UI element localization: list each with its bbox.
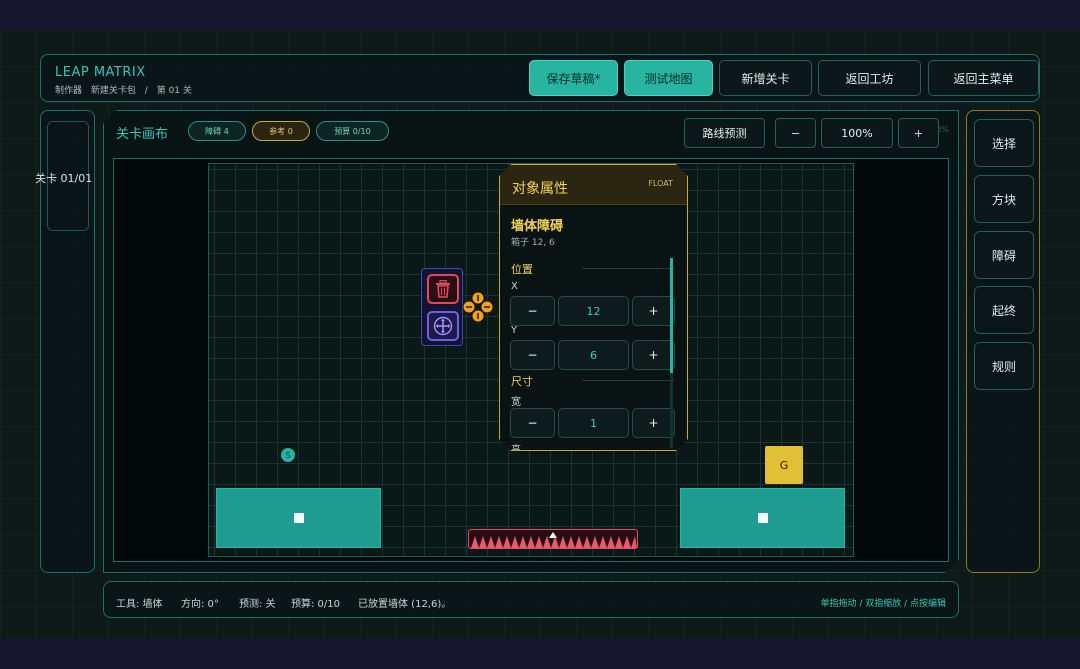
back-workshop-button[interactable]: 返回工坊 [818,60,921,96]
label-height: 高 [511,445,521,451]
canvas-title: 关卡画布 [116,127,169,142]
x-value-field[interactable]: 12 [558,296,629,326]
brand-title: LEAP MATRIX [55,65,146,80]
status-message: 已放置墙体 (12,6)。 [358,599,452,610]
object-subtitle: 箱子 12, 6 [511,238,555,248]
section-size: 尺寸 [511,375,533,388]
crumb-sep: / [144,86,148,96]
tool-select[interactable]: 选择 [974,119,1034,167]
status-budget: 预算: 0/10 [291,599,341,610]
section-divider [582,268,674,269]
path-preview-button[interactable]: 路线预测 [684,118,765,148]
block-marker [757,513,768,523]
status-bar: 工具: 墙体 方向: 0° 预测: 关 预算: 0/10 已放置墙体 (12,6… [103,581,959,618]
platform-block-left[interactable] [216,488,381,548]
back-main-menu-button[interactable]: 返回主菜单 [928,60,1039,96]
status-prediction: 预测: 关 [239,599,276,610]
status-direction: 方向: 0° [181,599,219,610]
spike-row-icon [471,532,637,548]
obstacle-count-chip: 障碍 4 [188,121,246,141]
tool-obstacle[interactable]: 障碍 [974,231,1034,279]
block-marker [293,513,304,523]
save-draft-button[interactable]: 保存草稿* [529,60,618,96]
x-increment-button[interactable]: + [632,296,675,326]
zoom-out-button[interactable]: − [775,118,816,148]
label-x: X [511,281,518,292]
properties-header[interactable]: 对象属性 FLOAT [500,165,687,205]
start-marker[interactable]: S [281,448,295,462]
zoom-level: 100% [821,118,893,148]
delete-button[interactable] [427,274,459,304]
trash-icon [436,280,450,298]
goal-marker[interactable]: G [765,446,803,484]
crumb-pack: 新建关卡包 [90,86,136,96]
section-divider [582,380,674,381]
move-icon [433,316,453,336]
breadcrumb: 制作器 新建关卡包 / 第 01 关 [55,83,198,96]
move-button[interactable] [427,311,459,341]
x-decrement-button[interactable]: − [510,296,555,326]
object-properties-panel: 对象属性 FLOAT 墙体障碍 箱子 12, 6 位置 X − 12 + Y −… [499,164,688,451]
width-decrement-button[interactable]: − [510,408,555,438]
y-increment-button[interactable]: + [632,340,675,370]
platform-block-right[interactable] [680,488,845,548]
status-tool: 工具: 墙体 [116,599,163,610]
width-value-field[interactable]: 1 [558,408,629,438]
add-level-button[interactable]: 新增关卡 [719,60,812,96]
tool-rules[interactable]: 规则 [974,342,1034,390]
reference-count-chip: 参考 0 [252,121,310,141]
rotate-handle[interactable] [461,290,495,324]
spike-obstacle[interactable] [468,529,638,549]
test-map-button[interactable]: 测试地图 [624,60,713,96]
section-position: 位置 [511,263,533,276]
level-counter: 关卡 01/01 [35,172,93,185]
tool-block[interactable]: 方块 [974,175,1034,223]
properties-scrollbar[interactable] [670,258,673,448]
crumb-level: 第 01 关 [156,86,192,96]
zoom-in-button[interactable]: + [898,118,939,148]
width-increment-button[interactable]: + [632,408,675,438]
label-width: 宽 [511,397,521,408]
float-tag: FLOAT [648,179,673,188]
label-y: Y [511,325,518,336]
level-sidebar: 关卡 01/01 [35,110,95,573]
rotate-handle-icon [462,291,494,323]
tool-start-end[interactable]: 起终 [974,286,1034,334]
object-action-widget [421,268,463,346]
scrollbar-thumb[interactable] [670,258,673,373]
gesture-hint: 单指拖动 / 双指缩放 / 点按编辑 [820,599,946,609]
tool-sidebar: 选择 方块 障碍 起终 规则 [966,110,1040,573]
properties-title: 对象属性 [512,181,568,197]
y-value-field[interactable]: 6 [558,340,629,370]
y-decrement-button[interactable]: − [510,340,555,370]
budget-chip: 预算 0/10 [316,121,389,141]
crumb-role: 制作器 [55,86,83,96]
object-name: 墙体障碍 [511,219,564,234]
